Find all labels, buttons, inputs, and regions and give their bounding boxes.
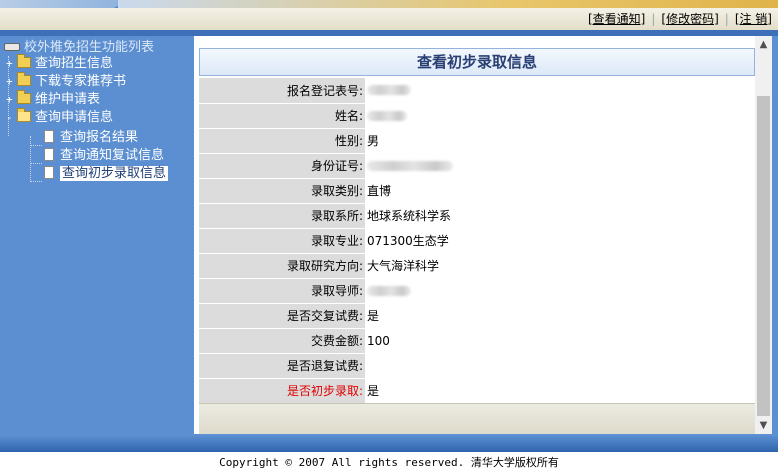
table-row: 录取研究方向: 大气海洋科学	[199, 253, 755, 279]
field-value: 是	[365, 378, 755, 404]
tree-guide-line	[30, 163, 42, 164]
change-password-link[interactable]: [修改密码]	[661, 12, 718, 26]
table-row: 姓名:	[199, 103, 755, 129]
table-row: 录取导师:	[199, 278, 755, 304]
folder-icon	[17, 54, 31, 68]
top-banner	[0, 0, 778, 8]
document-icon	[44, 148, 54, 161]
field-value: 男	[365, 128, 755, 154]
right-border-strip	[772, 36, 778, 434]
sidebar-item-query-application[interactable]: - 查询申请信息	[6, 108, 114, 127]
table-row: 交费金额: 100	[199, 328, 755, 354]
folder-icon	[17, 90, 31, 104]
collapse-toggle[interactable]: -	[6, 109, 15, 127]
redacted-value	[367, 110, 407, 121]
table-row: 是否交复试费: 是	[199, 303, 755, 329]
field-label: 报名登记表号:	[199, 78, 365, 104]
scroll-down-arrow-icon[interactable]: ▼	[755, 417, 772, 434]
table-row: 性别: 男	[199, 128, 755, 154]
scroll-thumb[interactable]	[757, 96, 770, 416]
expand-toggle[interactable]: +	[6, 55, 15, 73]
field-label: 是否初步录取:	[199, 378, 365, 404]
sidebar-item-label: 查询申请信息	[35, 110, 114, 125]
vertical-scrollbar[interactable]: ▲ ▼	[755, 36, 772, 434]
field-value: 是	[365, 303, 755, 329]
field-value: 地球系统科学系	[365, 203, 755, 229]
expand-toggle[interactable]: +	[6, 73, 15, 91]
nav-separator: |	[724, 12, 729, 26]
redacted-value	[367, 85, 411, 96]
tree-guide-line	[30, 136, 31, 182]
field-label: 是否退复试费:	[199, 353, 365, 379]
banner-stripe	[118, 0, 778, 8]
top-nav: [查看通知] | [修改密码] | [注 销]	[0, 8, 778, 30]
table-row: 身份证号:	[199, 153, 755, 179]
document-icon	[44, 166, 54, 179]
expand-toggle[interactable]: +	[6, 91, 15, 109]
sidebar-subitem-registration-result[interactable]: 查询报名结果	[42, 129, 138, 147]
page-title: 查看初步录取信息	[199, 48, 755, 76]
table-row: 录取专业: 071300生态学	[199, 228, 755, 254]
sidebar-subitem-label: 查询通知复试信息	[60, 148, 165, 163]
copyright-text: Copyright © 2007 All rights reserved. 清华…	[219, 456, 559, 469]
bottom-bar	[0, 434, 778, 452]
panel-footer	[199, 403, 755, 434]
sidebar-root-label: 校外推免招生功能列表	[24, 40, 155, 55]
sidebar-item-query-admission-info[interactable]: + 查询招生信息	[6, 54, 114, 73]
field-label: 录取系所:	[199, 203, 365, 229]
field-label: 身份证号:	[199, 153, 365, 179]
field-label: 性别:	[199, 128, 365, 154]
folder-icon	[17, 72, 31, 86]
sidebar-subitem-preliminary-admission[interactable]: 查询初步录取信息	[42, 165, 169, 183]
folder-open-icon	[17, 108, 31, 122]
field-value	[365, 103, 755, 129]
drive-icon	[4, 43, 20, 51]
admission-info-table: 报名登记表号: 姓名: 性别: 男身份证号: 录取类别: 直博 录取系所: 地球系统科学系 录取…	[199, 78, 755, 404]
nav-separator: |	[651, 12, 656, 26]
banner-logo	[0, 0, 120, 8]
field-label: 录取研究方向:	[199, 253, 365, 279]
sidebar-item-label: 维护申请表	[35, 92, 101, 107]
field-label: 录取导师:	[199, 278, 365, 304]
sidebar-subitem-retest-notice[interactable]: 查询通知复试信息	[42, 147, 164, 165]
table-row: 是否退复试费:	[199, 353, 755, 379]
sidebar-tree: 校外推免招生功能列表 + 查询招生信息 + 下载专家推荐书 + 维护申请表 - 查询申请…	[0, 36, 190, 434]
logout-link[interactable]: [注 销]	[735, 12, 772, 26]
field-value	[365, 153, 755, 179]
sidebar-item-label: 下载专家推荐书	[35, 74, 127, 89]
sidebar-item-maintain-application[interactable]: + 维护申请表	[6, 90, 101, 109]
document-icon	[44, 130, 54, 143]
sidebar-subitem-label: 查询报名结果	[60, 130, 139, 145]
tree-guide-line	[30, 145, 42, 146]
sidebar-item-download-recommendation[interactable]: + 下载专家推荐书	[6, 72, 127, 91]
sidebar-item-label: 查询招生信息	[35, 56, 114, 71]
redacted-value	[367, 285, 411, 296]
redacted-value	[367, 160, 453, 171]
field-label: 交费金额:	[199, 328, 365, 354]
table-row: 录取系所: 地球系统科学系	[199, 203, 755, 229]
sidebar-subitem-label: 查询初步录取信息	[60, 166, 169, 181]
field-label: 录取专业:	[199, 228, 365, 254]
table-row: 报名登记表号:	[199, 78, 755, 104]
field-value: 100	[365, 328, 755, 354]
field-label: 是否交复试费:	[199, 303, 365, 329]
tree-guide-line	[30, 181, 42, 182]
field-label: 录取类别:	[199, 178, 365, 204]
field-value: 071300生态学	[365, 228, 755, 254]
main-panel: 查看初步录取信息 报名登记表号: 姓名: 性别: 男身份证号: 录取类别: 直博 录取系所:…	[190, 36, 755, 434]
field-value: 直博	[365, 178, 755, 204]
field-label: 姓名:	[199, 103, 365, 129]
field-value	[365, 78, 755, 104]
field-value	[365, 278, 755, 304]
field-value	[365, 353, 755, 379]
view-notice-link[interactable]: [查看通知]	[588, 12, 645, 26]
table-row: 录取类别: 直博	[199, 178, 755, 204]
scroll-up-arrow-icon[interactable]: ▲	[755, 36, 772, 53]
field-value: 大气海洋科学	[365, 253, 755, 279]
table-row: 是否初步录取: 是	[199, 378, 755, 404]
